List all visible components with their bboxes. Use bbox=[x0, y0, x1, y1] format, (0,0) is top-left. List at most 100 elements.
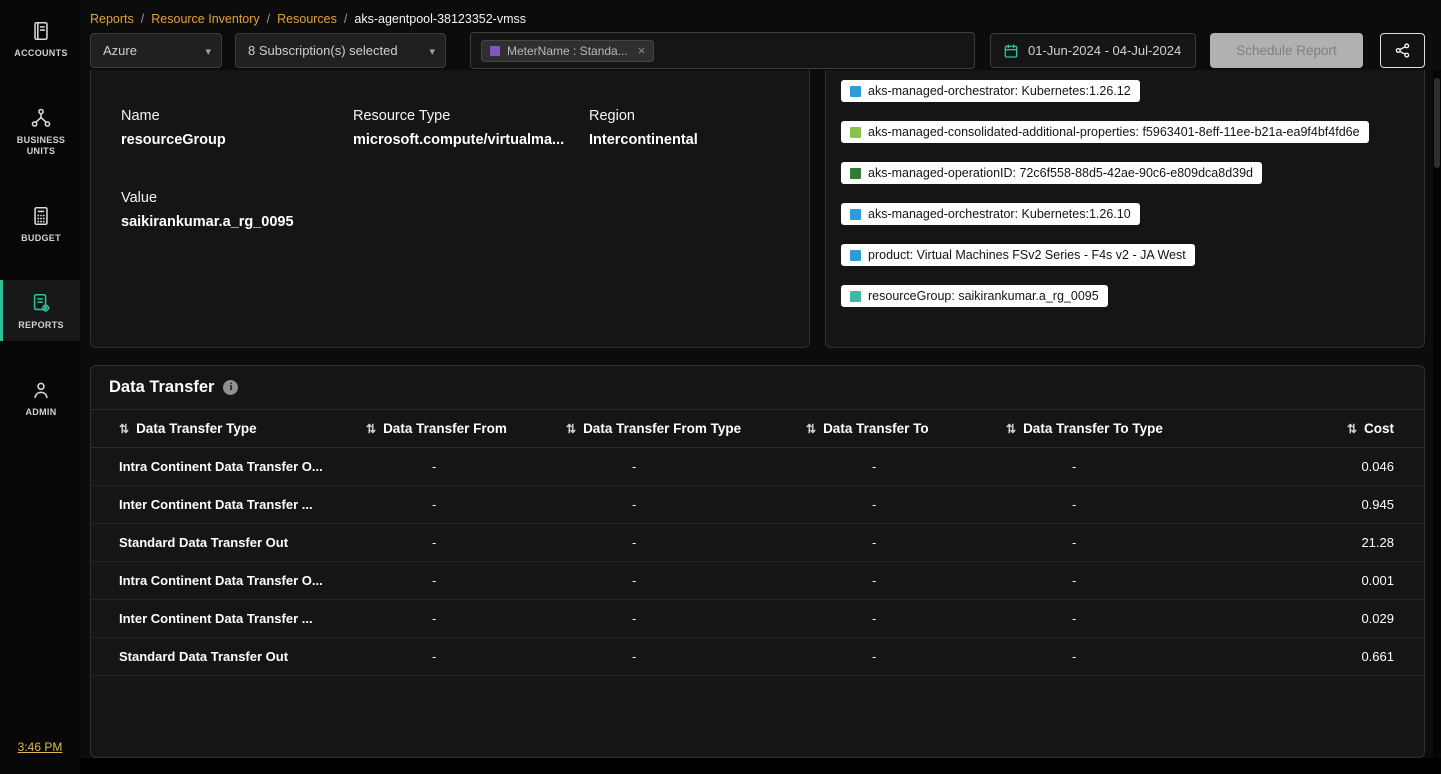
cell-transfer-from: - bbox=[366, 497, 566, 512]
close-icon[interactable] bbox=[638, 46, 646, 56]
cell-cost: 0.029 bbox=[1226, 611, 1394, 626]
sort-icon bbox=[1347, 423, 1357, 435]
table-row: Standard Data Transfer Out - - - - 0.661 bbox=[91, 638, 1424, 676]
field-label: Resource Type bbox=[353, 108, 589, 124]
cell-transfer-type: Standard Data Transfer Out bbox=[119, 649, 366, 664]
scrollbar-thumb[interactable] bbox=[1434, 78, 1440, 168]
sidebar-item-label: REPORTS bbox=[18, 320, 64, 331]
sidebar-item-admin[interactable]: ADMIN bbox=[0, 367, 80, 428]
cell-transfer-to: - bbox=[806, 535, 1006, 550]
cell-transfer-type: Intra Continent Data Transfer O... bbox=[119, 459, 366, 474]
cell-transfer-from-type: - bbox=[566, 535, 806, 550]
info-icon[interactable] bbox=[223, 380, 238, 395]
field-resource-type: Resource Type microsoft.compute/virtualm… bbox=[353, 108, 589, 148]
admin-icon bbox=[30, 379, 52, 401]
data-transfer-title-row: Data Transfer bbox=[91, 366, 1424, 410]
cell-transfer-from: - bbox=[366, 535, 566, 550]
column-label: Data Transfer From Type bbox=[583, 421, 741, 436]
subscription-select-value: 8 Subscription(s) selected bbox=[248, 43, 398, 58]
sort-icon bbox=[806, 423, 816, 435]
sidebar-item-budget[interactable]: BUDGET bbox=[0, 193, 80, 254]
column-label: Cost bbox=[1364, 421, 1394, 436]
cell-transfer-from: - bbox=[366, 573, 566, 588]
sidebar-item-business-units[interactable]: BUSINESS UNITS bbox=[0, 95, 80, 167]
cell-transfer-from-type: - bbox=[566, 459, 806, 474]
cell-transfer-type: Inter Continent Data Transfer ... bbox=[119, 611, 366, 626]
provider-select-value: Azure bbox=[103, 43, 137, 58]
filter-chip-label: MeterName : Standa... bbox=[507, 44, 628, 58]
tag-color-swatch bbox=[850, 250, 861, 261]
last-refresh-time: 3:46 PM bbox=[0, 740, 80, 754]
field-value: resourceGroup bbox=[121, 132, 353, 148]
column-header-data-transfer-to-type[interactable]: Data Transfer To Type bbox=[1006, 421, 1226, 436]
tag-label: aks-managed-orchestrator: Kubernetes:1.2… bbox=[868, 83, 1131, 99]
tag-chip: aks-managed-consolidated-additional-prop… bbox=[841, 121, 1369, 143]
column-header-cost[interactable]: Cost bbox=[1226, 421, 1394, 436]
field-label: Value bbox=[121, 190, 353, 206]
sidebar-item-label: ADMIN bbox=[26, 407, 57, 418]
table-header-row: Data Transfer Type Data Transfer From Da… bbox=[91, 410, 1424, 448]
field-label: Region bbox=[589, 108, 779, 124]
breadcrumb-separator: / bbox=[267, 12, 270, 26]
business-units-icon bbox=[30, 107, 52, 129]
metername-color-swatch bbox=[490, 46, 500, 56]
sidebar-item-accounts[interactable]: ACCOUNTS bbox=[0, 8, 80, 69]
cell-transfer-from-type: - bbox=[566, 573, 806, 588]
date-range-value: 01-Jun-2024 - 04-Jul-2024 bbox=[1028, 43, 1181, 58]
cell-transfer-to: - bbox=[806, 459, 1006, 474]
tags-panel: aks-managed-orchestrator: Kubernetes:1.2… bbox=[825, 70, 1425, 348]
breadcrumb-link-resources[interactable]: Resources bbox=[277, 12, 337, 26]
cell-transfer-to: - bbox=[806, 497, 1006, 512]
calendar-icon bbox=[1003, 43, 1019, 59]
filter-chip[interactable]: MeterName : Standa... bbox=[481, 40, 654, 62]
data-transfer-panel: Data Transfer Data Transfer Type Data Tr… bbox=[90, 365, 1425, 758]
cell-transfer-to-type: - bbox=[1006, 649, 1226, 664]
tag-label: product: Virtual Machines FSv2 Series - … bbox=[868, 247, 1186, 263]
column-header-data-transfer-from-type[interactable]: Data Transfer From Type bbox=[566, 421, 806, 436]
cell-transfer-type: Standard Data Transfer Out bbox=[119, 535, 366, 550]
column-label: Data Transfer To Type bbox=[1023, 421, 1163, 436]
tag-color-swatch bbox=[850, 127, 861, 138]
field-value: microsoft.compute/virtualma... bbox=[353, 132, 589, 148]
cell-cost: 0.945 bbox=[1226, 497, 1394, 512]
sidebar: ACCOUNTS BUSINESS UNITS bbox=[0, 0, 80, 774]
filter-input[interactable]: MeterName : Standa... bbox=[470, 32, 975, 69]
cell-transfer-from-type: - bbox=[566, 611, 806, 626]
date-range-picker[interactable]: 01-Jun-2024 - 04-Jul-2024 bbox=[990, 33, 1196, 68]
sort-icon bbox=[366, 423, 376, 435]
column-header-data-transfer-to[interactable]: Data Transfer To bbox=[806, 421, 1006, 436]
cell-transfer-to-type: - bbox=[1006, 459, 1226, 474]
accounts-icon bbox=[30, 20, 52, 42]
cell-transfer-to-type: - bbox=[1006, 535, 1226, 550]
column-label: Data Transfer Type bbox=[136, 421, 257, 436]
table-row: Inter Continent Data Transfer ... - - - … bbox=[91, 600, 1424, 638]
resource-details-grid: Name resourceGroup Resource Type microso… bbox=[91, 70, 809, 230]
column-label: Data Transfer From bbox=[383, 421, 507, 436]
field-value: Intercontinental bbox=[589, 132, 779, 148]
tag-color-swatch bbox=[850, 291, 861, 302]
schedule-report-button[interactable]: Schedule Report bbox=[1210, 33, 1363, 68]
cell-transfer-to: - bbox=[806, 573, 1006, 588]
cell-transfer-from: - bbox=[366, 611, 566, 626]
subscription-select[interactable]: 8 Subscription(s) selected bbox=[235, 33, 446, 68]
sidebar-item-label: ACCOUNTS bbox=[14, 48, 67, 59]
tag-chip: aks-managed-operationID: 72c6f558-88d5-4… bbox=[841, 162, 1262, 184]
column-header-data-transfer-from[interactable]: Data Transfer From bbox=[366, 421, 566, 436]
field-value-tag: Value saikirankumar.a_rg_0095 bbox=[121, 190, 353, 230]
cell-transfer-type: Inter Continent Data Transfer ... bbox=[119, 497, 366, 512]
column-header-data-transfer-type[interactable]: Data Transfer Type bbox=[119, 421, 366, 436]
table-row: Inter Continent Data Transfer ... - - - … bbox=[91, 486, 1424, 524]
sidebar-item-reports[interactable]: REPORTS bbox=[0, 280, 80, 341]
table-row: Intra Continent Data Transfer O... - - -… bbox=[91, 448, 1424, 486]
breadcrumb-current: aks-agentpool-38123352-vmss bbox=[354, 12, 526, 26]
cell-transfer-to: - bbox=[806, 611, 1006, 626]
reports-icon bbox=[30, 292, 52, 314]
provider-select[interactable]: Azure bbox=[90, 33, 222, 68]
breadcrumb-link-reports[interactable]: Reports bbox=[90, 12, 134, 26]
tag-label: aks-managed-operationID: 72c6f558-88d5-4… bbox=[868, 165, 1253, 181]
breadcrumb-link-resource-inventory[interactable]: Resource Inventory bbox=[151, 12, 259, 26]
field-region: Region Intercontinental bbox=[589, 108, 779, 148]
share-button[interactable] bbox=[1380, 33, 1425, 68]
vertical-scrollbar[interactable] bbox=[1433, 70, 1441, 758]
panel-title: Data Transfer bbox=[109, 378, 214, 397]
